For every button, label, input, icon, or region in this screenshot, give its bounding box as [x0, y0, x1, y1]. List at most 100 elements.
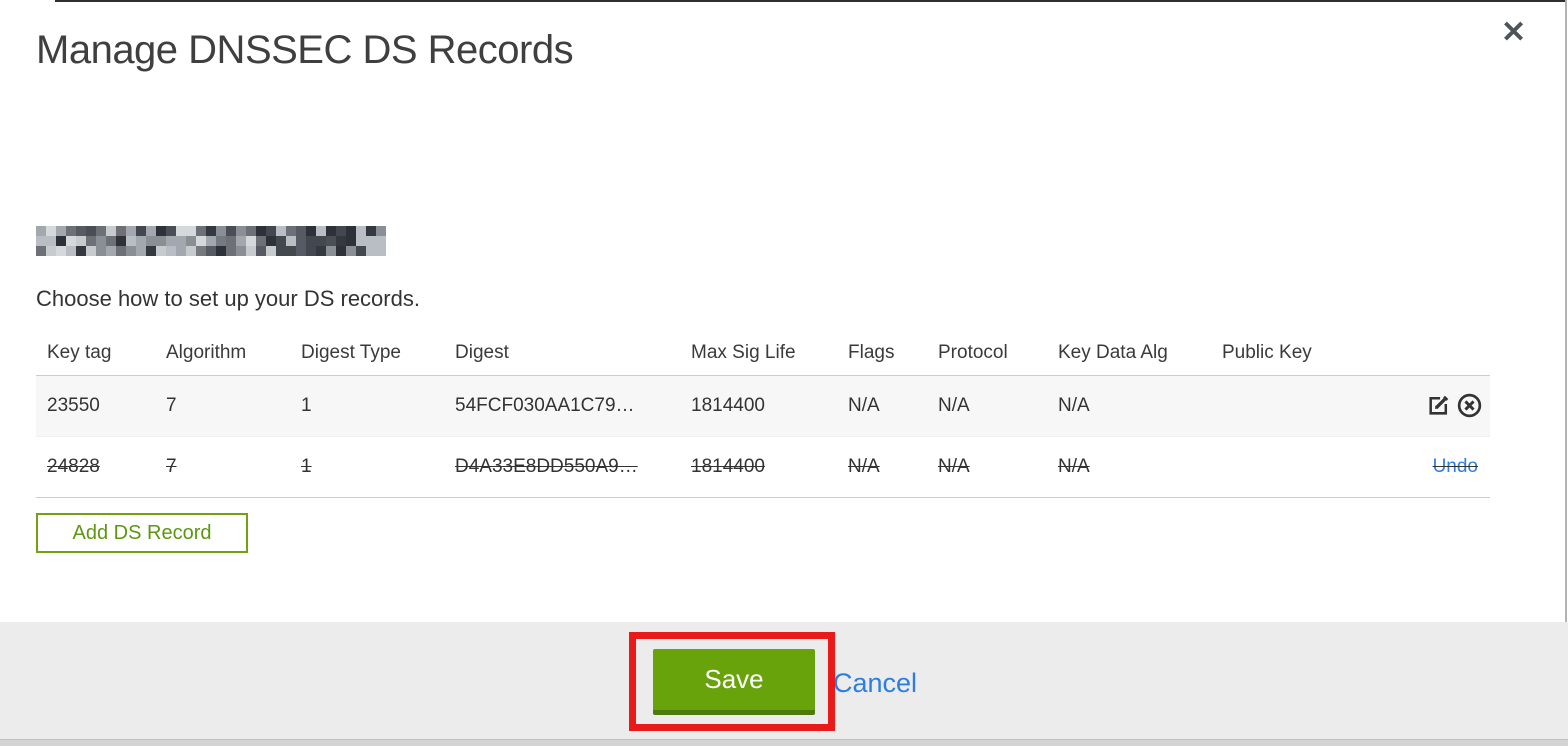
redaction-pixel	[366, 246, 376, 256]
table-row-deleted: 24828 7 1 D4A33E8DD550A9… 1814400 N/A N/…	[36, 436, 1490, 497]
col-header-protocol: Protocol	[938, 341, 1008, 363]
redaction-pixel	[56, 246, 66, 256]
cancel-link[interactable]: Cancel	[833, 668, 917, 699]
redaction-pixel	[166, 226, 176, 236]
cell-key-data-alg: N/A	[1058, 394, 1090, 416]
redaction-pixel	[326, 226, 336, 236]
cell-protocol: N/A	[938, 455, 970, 477]
redaction-pixel	[36, 226, 46, 236]
redaction-pixel	[336, 226, 346, 236]
redaction-pixel	[216, 226, 226, 236]
redaction-pixel	[336, 246, 346, 256]
redaction-pixel	[306, 246, 316, 256]
subtitle-text: Choose how to set up your DS records.	[36, 286, 420, 311]
cell-flags: N/A	[848, 455, 880, 477]
page-title: Manage DNSSEC DS Records	[36, 28, 574, 72]
redaction-pixel	[126, 236, 136, 246]
redaction-pixel	[166, 246, 176, 256]
redaction-pixel	[266, 246, 276, 256]
redaction-pixel	[316, 246, 326, 256]
cell-digest: 54FCF030AA1C79…	[455, 394, 635, 416]
redaction-pixel	[306, 226, 316, 236]
redaction-pixel	[196, 226, 206, 236]
redaction-pixel	[126, 246, 136, 256]
col-header-max-sig-life: Max Sig Life	[691, 341, 796, 363]
col-header-key-data-alg: Key Data Alg	[1058, 341, 1168, 363]
cell-flags: N/A	[848, 394, 880, 416]
col-header-digest: Digest	[455, 341, 509, 363]
redaction-pixel	[286, 236, 296, 246]
redaction-pixel	[296, 236, 306, 246]
redaction-pixel	[366, 236, 376, 246]
redaction-pixel	[56, 226, 66, 236]
cell-digest-type: 1	[301, 455, 312, 477]
redaction-pixel	[176, 246, 186, 256]
window-top-edge	[55, 0, 1565, 2]
redaction-pixel	[296, 226, 306, 236]
redaction-pixel	[106, 236, 116, 246]
redaction-pixel	[376, 246, 386, 256]
redacted-domain-blur	[36, 226, 386, 256]
redaction-pixel	[246, 226, 256, 236]
cell-key-tag: 23550	[47, 394, 100, 416]
redaction-pixel	[286, 226, 296, 236]
redaction-pixel	[106, 246, 116, 256]
table-row: 23550 7 1 54FCF030AA1C79… 1814400 N/A N/…	[36, 375, 1490, 436]
cell-max-sig-life: 1814400	[691, 455, 765, 477]
redaction-pixel	[66, 236, 76, 246]
cell-protocol: N/A	[938, 394, 970, 416]
col-header-digest-type: Digest Type	[301, 341, 401, 363]
col-header-flags: Flags	[848, 341, 895, 363]
redaction-pixel	[36, 246, 46, 256]
add-ds-record-button[interactable]: Add DS Record	[36, 513, 248, 553]
redaction-pixel	[316, 236, 326, 246]
redaction-pixel	[86, 226, 96, 236]
redaction-pixel	[116, 226, 126, 236]
undo-link[interactable]: Undo	[1433, 456, 1478, 477]
redaction-pixel	[186, 236, 196, 246]
close-icon[interactable]: ✕	[1501, 18, 1526, 48]
redaction-pixel	[346, 236, 356, 246]
cell-digest: D4A33E8DD550A9…	[455, 455, 638, 477]
delete-icon[interactable]	[1456, 392, 1483, 419]
redaction-pixel	[276, 226, 286, 236]
redaction-pixel	[166, 236, 176, 246]
redaction-pixel	[86, 246, 96, 256]
redaction-pixel	[206, 236, 216, 246]
cell-max-sig-life: 1814400	[691, 394, 765, 416]
redaction-pixel	[156, 236, 166, 246]
redaction-pixel	[106, 226, 116, 236]
redaction-pixel	[356, 246, 366, 256]
cell-digest-type: 1	[301, 394, 312, 416]
redaction-pixel	[136, 236, 146, 246]
redaction-pixel	[226, 226, 236, 236]
col-header-key-tag: Key tag	[47, 341, 112, 363]
redaction-pixel	[296, 246, 306, 256]
redaction-pixel	[96, 236, 106, 246]
redaction-pixel	[36, 236, 46, 246]
redaction-pixel	[186, 246, 196, 256]
cell-key-tag: 24828	[47, 455, 100, 477]
cell-algorithm: 7	[166, 394, 177, 416]
redaction-pixel	[356, 236, 366, 246]
redaction-pixel	[76, 226, 86, 236]
redaction-pixel	[366, 226, 376, 236]
redaction-pixel	[176, 226, 186, 236]
redaction-pixel	[346, 246, 356, 256]
redaction-pixel	[356, 226, 366, 236]
redaction-pixel	[146, 236, 156, 246]
redaction-pixel	[266, 236, 276, 246]
background-page-edge	[0, 739, 1568, 746]
edit-icon[interactable]	[1426, 393, 1451, 418]
redaction-pixel	[246, 236, 256, 246]
col-header-public-key: Public Key	[1222, 341, 1312, 363]
redaction-pixel	[56, 236, 66, 246]
redaction-pixel	[46, 236, 56, 246]
redaction-pixel	[326, 236, 336, 246]
redaction-pixel	[196, 236, 206, 246]
redaction-pixel	[376, 226, 386, 236]
redaction-pixel	[216, 246, 226, 256]
save-button[interactable]: Save	[653, 649, 815, 715]
ds-records-table: Key tag Algorithm Digest Type Digest Max…	[36, 331, 1490, 498]
redaction-pixel	[126, 226, 136, 236]
